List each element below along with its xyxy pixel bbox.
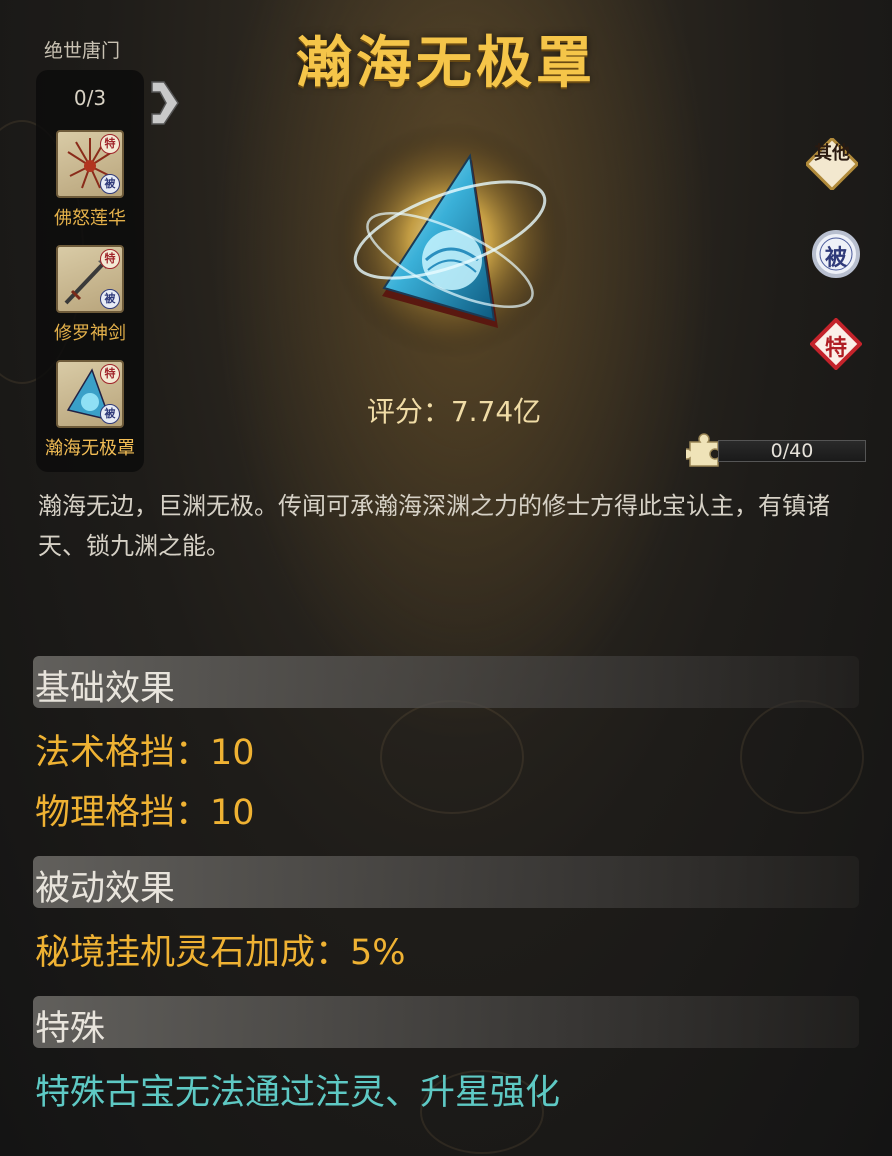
special-badge-icon: 特 bbox=[100, 249, 120, 269]
tag-passive[interactable]: 被 bbox=[810, 228, 862, 280]
effect-spirit-stone-bonus: 秘境挂机灵石加成：5% bbox=[35, 933, 406, 973]
score-label: 评分：7.74亿 bbox=[366, 395, 542, 428]
section-title: 被动效果 bbox=[35, 869, 176, 909]
tag-other[interactable]: 其他 bbox=[804, 136, 860, 192]
fragment-progress-bar: 0/40 bbox=[718, 440, 866, 462]
set-item-label: 瀚海无极罩 bbox=[45, 438, 135, 459]
special-badge-icon: 特 bbox=[100, 364, 120, 384]
passive-badge-icon: 被 bbox=[100, 289, 120, 309]
sword-artifact-icon: 特 被 bbox=[56, 245, 124, 313]
passive-badge-icon: 被 bbox=[100, 174, 120, 194]
section-special: 特殊 bbox=[33, 996, 859, 1049]
special-badge-icon: 特 bbox=[100, 134, 120, 154]
effect-magic-block: 法术格挡：10 bbox=[35, 733, 255, 773]
lotus-artifact-icon: 特 被 bbox=[56, 130, 124, 198]
item-description: 瀚海无边，巨渊无极。传闻可承瀚海深渊之力的修士方得此宝认主，有镇诸天、锁九渊之能… bbox=[38, 492, 830, 560]
section-passive-effects: 被动效果 bbox=[33, 856, 859, 909]
effect-special-note: 特殊古宝无法通过注灵、升星强化 bbox=[35, 1073, 561, 1113]
set-item-label: 修罗神剑 bbox=[54, 323, 126, 344]
item-title: 瀚海无极罩 bbox=[296, 31, 596, 96]
effect-physical-block: 物理格挡：10 bbox=[35, 793, 255, 833]
section-title: 基础效果 bbox=[35, 669, 176, 709]
set-item-label: 佛怒莲华 bbox=[54, 208, 126, 229]
artifact-image bbox=[330, 120, 570, 360]
section-title: 特殊 bbox=[35, 1009, 106, 1049]
section-basic-effects: 基础效果 bbox=[33, 656, 859, 709]
tag-special-label: 特 bbox=[824, 336, 847, 361]
tag-special[interactable]: 特 bbox=[809, 317, 863, 371]
fragment-progress-text: 0/40 bbox=[770, 440, 814, 462]
tag-passive-label: 被 bbox=[824, 246, 847, 271]
tag-other-label: 其他 bbox=[814, 143, 850, 164]
